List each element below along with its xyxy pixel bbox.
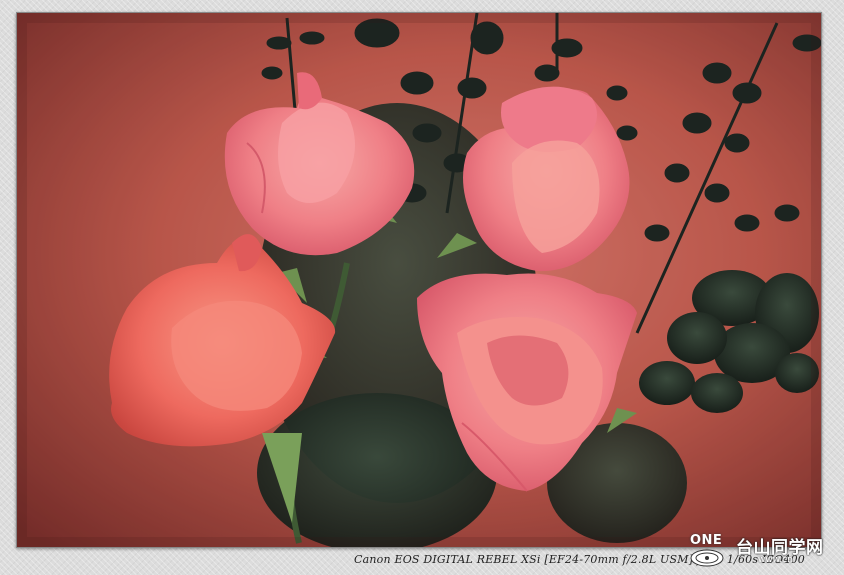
rose-photo-image bbox=[17, 13, 821, 547]
photo bbox=[16, 12, 822, 548]
watermark-logo: ONE bbox=[690, 533, 723, 548]
site-watermark: ONE 台山同学网 www.cn bbox=[688, 531, 836, 571]
watermark-seal-icon bbox=[690, 549, 724, 567]
watermark-url: www.cn bbox=[758, 555, 793, 565]
